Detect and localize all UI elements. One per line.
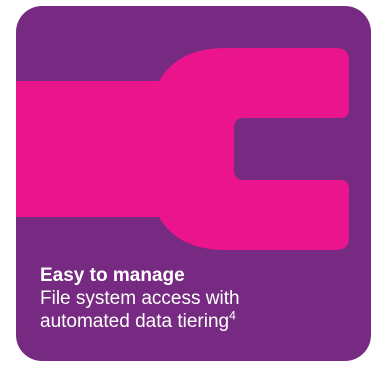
feature-text: Easy to manage File system access with a…	[40, 265, 360, 333]
feature-title: Easy to manage	[40, 265, 185, 286]
feature-description-text: automated data tiering	[40, 311, 230, 332]
feature-description-line2: automated data tiering4	[40, 310, 360, 333]
footnote-marker: 4	[229, 308, 236, 323]
feature-card: Easy to manage File system access with a…	[16, 6, 371, 361]
feature-description-line1: File system access with	[40, 288, 240, 309]
